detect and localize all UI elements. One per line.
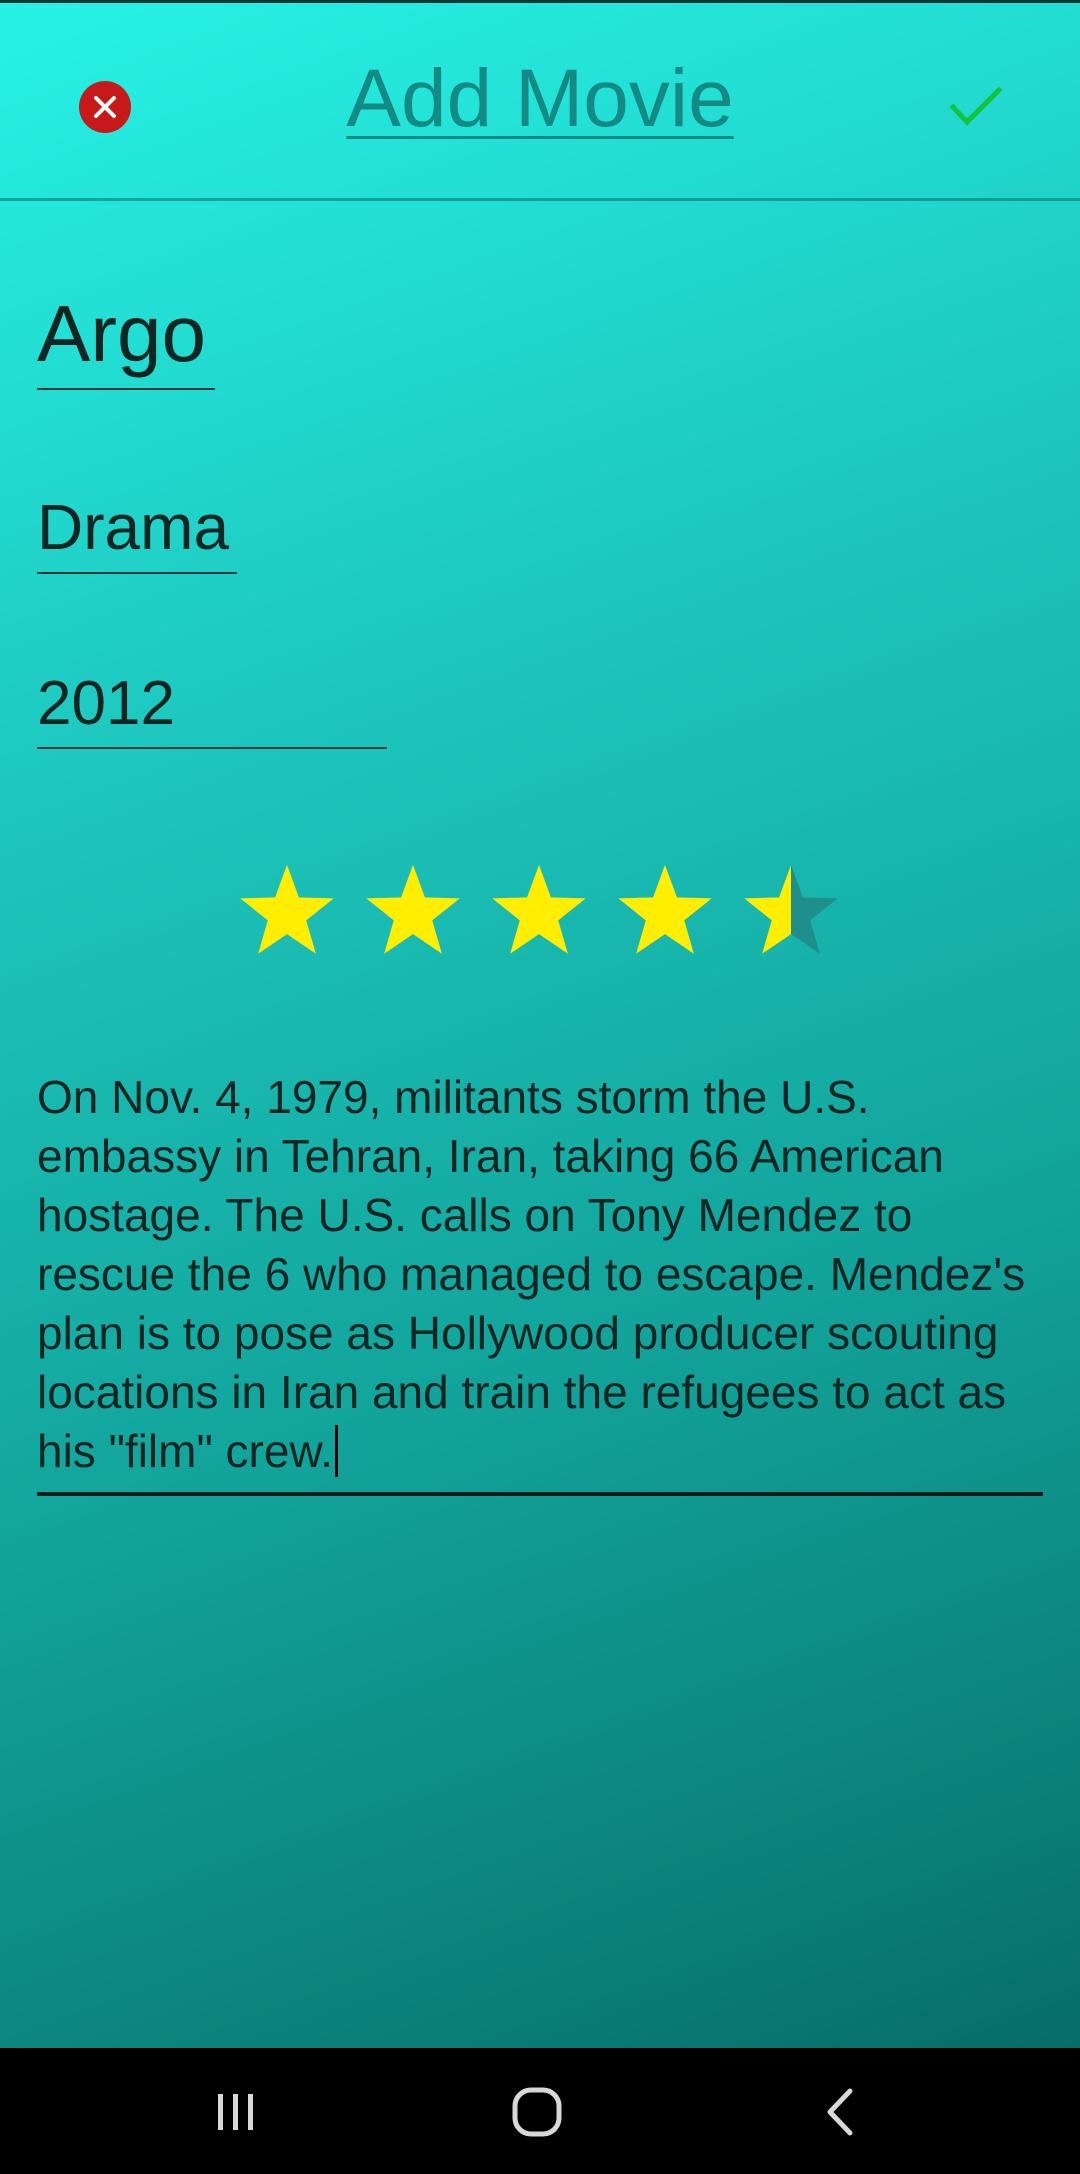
rating-star-3[interactable]: [484, 858, 594, 968]
year-input[interactable]: [37, 668, 387, 749]
home-button[interactable]: [487, 2072, 587, 2152]
check-icon: [949, 86, 1003, 126]
rating-star-1[interactable]: [232, 858, 342, 968]
system-nav-bar: [0, 2048, 1080, 2174]
genre-input[interactable]: [37, 490, 237, 574]
description-text: On Nov. 4, 1979, militants storm the U.S…: [37, 1071, 1026, 1477]
back-button[interactable]: [790, 2072, 890, 2152]
back-icon: [827, 2088, 853, 2136]
rating-bar[interactable]: [232, 858, 872, 968]
recent-apps-icon: [218, 2094, 253, 2130]
home-icon: [512, 2087, 562, 2137]
header-divider: [0, 198, 1080, 201]
recent-apps-button[interactable]: [186, 2072, 286, 2152]
rating-star-2[interactable]: [358, 858, 468, 968]
page-title: Add Movie: [346, 53, 734, 144]
text-cursor: [334, 1425, 338, 1477]
description-field[interactable]: On Nov. 4, 1979, militants storm the U.S…: [37, 1068, 1043, 1496]
rating-star-5[interactable]: [736, 858, 846, 968]
movie-title-input[interactable]: [37, 288, 215, 390]
rating-star-4[interactable]: [610, 858, 720, 968]
app-header: Add Movie: [0, 0, 1080, 201]
confirm-button[interactable]: [948, 82, 1004, 130]
